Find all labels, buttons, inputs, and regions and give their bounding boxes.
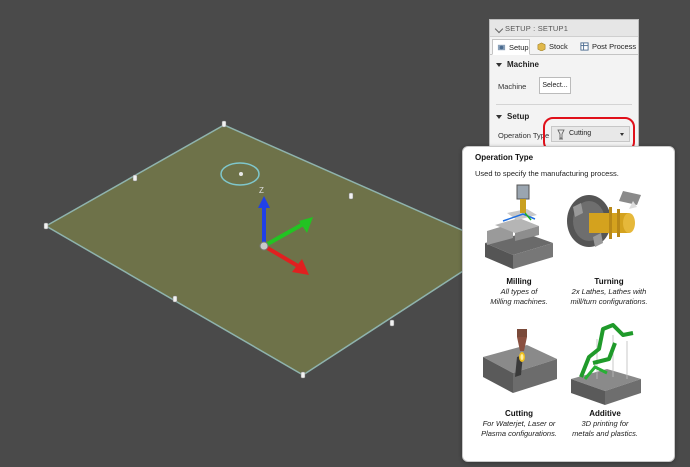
turning-image <box>567 191 641 247</box>
tab-setup[interactable]: Setup <box>492 39 530 55</box>
machine-section-header[interactable]: Machine <box>496 60 539 69</box>
collapse-chevron-icon[interactable] <box>494 24 504 33</box>
cutting-option-name: Cutting <box>505 409 533 418</box>
origin-point <box>259 241 269 251</box>
tab-post-process[interactable]: Post Process <box>576 39 638 55</box>
additive-image <box>571 323 641 405</box>
milling-image <box>485 184 553 269</box>
panel-tabs: Setup Stock Post Process <box>490 37 638 55</box>
turning-option-desc: 2x Lathes, Lathes with mill/turn configur… <box>570 287 648 306</box>
milling-option-name: Milling <box>506 277 532 286</box>
setup-icon <box>497 44 506 51</box>
additive-option-desc: 3D printing for metals and plastics. <box>572 419 638 438</box>
cutting-option-desc: For Waterjet, Laser or Plasma configurati… <box>481 419 557 438</box>
z-axis-label: Z <box>259 186 264 195</box>
operation-type-label: Operation Type <box>498 131 550 140</box>
section-divider <box>496 104 632 105</box>
post-process-icon <box>580 42 589 51</box>
machine-label: Machine <box>498 82 527 91</box>
expand-triangle-icon <box>496 62 502 67</box>
setup-section-header[interactable]: Setup <box>496 112 529 121</box>
cutting-image <box>483 329 557 393</box>
milling-option-desc: All types of Milling machines. <box>490 287 548 306</box>
operation-type-tooltip: Operation Type Used to specify the manuf… <box>462 146 675 462</box>
panel-title: SETUP : SETUP1 <box>490 20 638 37</box>
expand-triangle-icon <box>496 114 502 119</box>
tab-stock[interactable]: Stock <box>533 39 573 55</box>
tooltip-title: Operation Type <box>475 153 534 162</box>
turning-option-name: Turning <box>594 277 624 286</box>
tooltip-description: Used to specify the manufacturing proces… <box>475 169 619 178</box>
stock-box-icon <box>537 42 546 51</box>
machine-select-button[interactable]: Select... <box>539 77 571 94</box>
additive-option-name: Additive <box>589 409 621 418</box>
